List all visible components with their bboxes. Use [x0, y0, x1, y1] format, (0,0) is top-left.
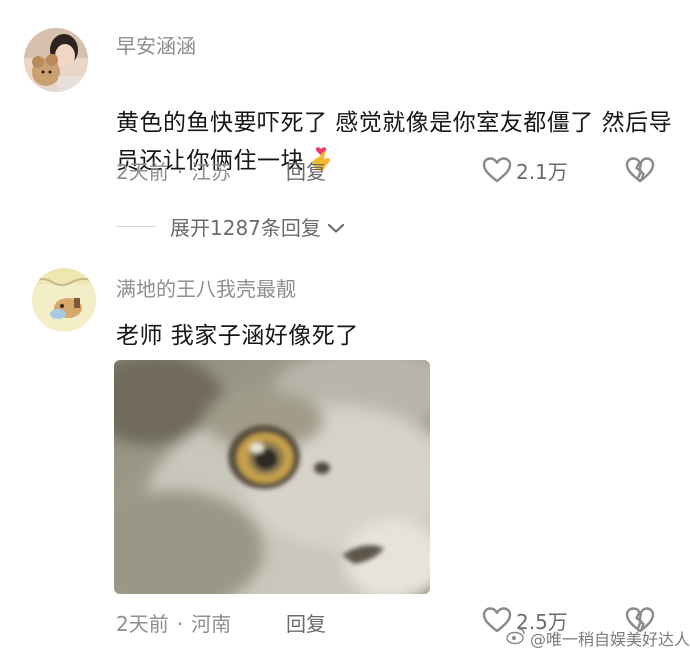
reply-button[interactable]: 回复 [286, 159, 326, 185]
meta-separator: · [176, 160, 184, 184]
comment-meta: 2天前 · 河南 [116, 611, 231, 637]
fish-image[interactable] [114, 360, 430, 594]
heart-icon [482, 156, 512, 188]
avatar[interactable] [32, 268, 96, 332]
like-count: 2.1万 [516, 160, 568, 184]
watermark-text: @唯一稍自娱美好达人 [530, 630, 690, 649]
comment-time: 2天前 [116, 160, 169, 184]
comment-time: 2天前 [116, 612, 169, 636]
expand-replies-label: 展开1287条回复 [170, 216, 321, 240]
comment-text: 老师 我家子涵好像死了 [116, 323, 359, 349]
comment-location: 河南 [191, 612, 232, 636]
chevron-down-icon [327, 215, 345, 239]
reply-button[interactable]: 回复 [286, 611, 326, 637]
divider [116, 226, 156, 227]
meta-separator: · [176, 612, 184, 636]
broken-heart-icon [624, 157, 656, 188]
comment-username[interactable]: 早安涵涵 [116, 34, 196, 58]
watermark: @唯一稍自娱美好达人 [506, 626, 690, 650]
dislike-button[interactable] [624, 156, 656, 188]
like-button[interactable]: 2.1万 [482, 156, 568, 188]
comment-meta: 2天前 · 江苏 [116, 159, 231, 185]
expand-replies-button[interactable]: 展开1287条回复 [116, 212, 345, 241]
weibo-logo-icon [506, 627, 526, 649]
comment-location: 江苏 [191, 160, 232, 184]
comment-username[interactable]: 满地的王八我壳最靓 [116, 277, 296, 301]
avatar[interactable] [24, 28, 88, 92]
